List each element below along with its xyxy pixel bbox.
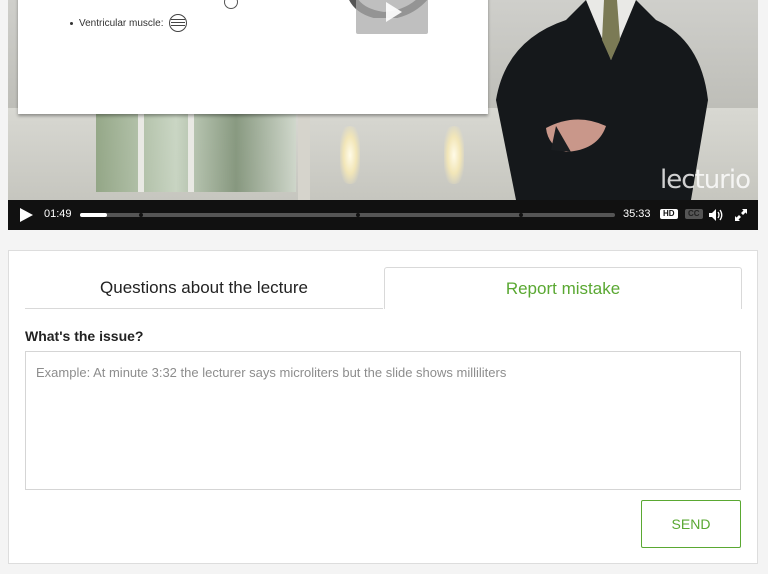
progress-fill: [80, 213, 107, 217]
play-icon: [386, 2, 402, 22]
lecture-slide: Ventricular muscle:: [18, 0, 488, 114]
slide-bullet: Ventricular muscle:: [70, 14, 188, 32]
background-lamp: [444, 126, 464, 184]
background-lamp: [340, 126, 360, 184]
chapter-marker[interactable]: [519, 213, 523, 217]
chapter-marker[interactable]: [139, 213, 143, 217]
video-frame: Ventricular muscle: lecturio: [8, 0, 758, 200]
current-time: 01:49: [44, 208, 72, 220]
background-window: [96, 112, 296, 192]
issue-label: What's the issue?: [25, 328, 144, 344]
tab-questions[interactable]: Questions about the lecture: [25, 267, 383, 309]
muscle-icon: [169, 14, 188, 32]
send-button[interactable]: SEND: [641, 500, 741, 548]
feedback-panel: Questions about the lecture Report mista…: [8, 250, 758, 564]
issue-textarea[interactable]: [25, 351, 741, 490]
hd-button[interactable]: HD: [660, 209, 678, 219]
volume-icon[interactable]: [708, 208, 724, 222]
window-frame: [188, 112, 194, 192]
cc-button[interactable]: CC: [685, 209, 703, 219]
bullet-dot: [70, 21, 73, 25]
window-frame: [138, 112, 144, 192]
chapter-marker[interactable]: [356, 213, 360, 217]
play-icon[interactable]: [20, 208, 33, 222]
video-player[interactable]: Ventricular muscle: lecturio 01:49 35:33…: [8, 0, 758, 230]
fullscreen-icon[interactable]: [735, 209, 747, 221]
slide-bullet-label: Ventricular muscle:: [79, 17, 164, 29]
duration: 35:33: [623, 208, 651, 220]
video-controls: 01:49 35:33 HD CC: [8, 200, 758, 230]
center-play-overlay[interactable]: [356, 0, 428, 34]
background-pillar: [298, 112, 310, 200]
lecturio-watermark: lecturio: [659, 165, 751, 195]
progress-bar[interactable]: [80, 213, 615, 217]
tab-report-mistake[interactable]: Report mistake: [384, 267, 742, 309]
slide-circle-icon: [224, 0, 238, 9]
